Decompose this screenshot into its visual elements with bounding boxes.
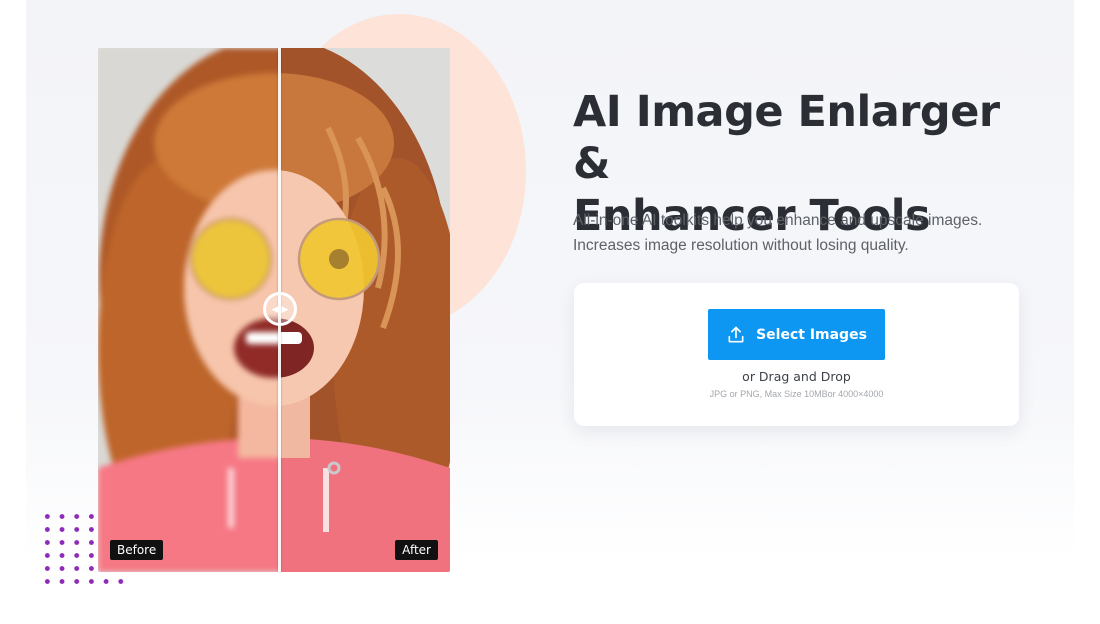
select-images-button[interactable]: Select Images bbox=[708, 309, 885, 360]
after-photo bbox=[280, 48, 450, 572]
page-title-line-1: AI Image Enlarger & bbox=[573, 87, 1000, 189]
upload-dropzone[interactable]: Select Images or Drag and Drop JPG or PN… bbox=[574, 283, 1019, 426]
before-after-comparison[interactable]: ◀ ▶ Before After bbox=[98, 48, 450, 572]
upload-icon bbox=[728, 326, 744, 342]
after-label: After bbox=[395, 540, 438, 560]
drag-and-drop-hint: or Drag and Drop bbox=[742, 369, 851, 384]
compare-slider-handle[interactable]: ◀ ▶ bbox=[263, 292, 297, 326]
page-subtitle: All-in-one AI toolkits help you enhance … bbox=[573, 208, 1053, 258]
file-limits-note: JPG or PNG, Max Size 10MBor 4000×4000 bbox=[709, 389, 884, 399]
subtitle-line-2: Increases image resolution without losin… bbox=[573, 237, 909, 254]
chevron-right-icon: ▶ bbox=[281, 303, 289, 314]
before-label: Before bbox=[110, 540, 164, 560]
subtitle-line-1: All-in-one AI toolkits help you enhance … bbox=[573, 212, 983, 229]
chevron-left-icon: ◀ bbox=[271, 303, 279, 314]
select-images-label: Select Images bbox=[756, 326, 867, 343]
after-region bbox=[280, 48, 450, 572]
